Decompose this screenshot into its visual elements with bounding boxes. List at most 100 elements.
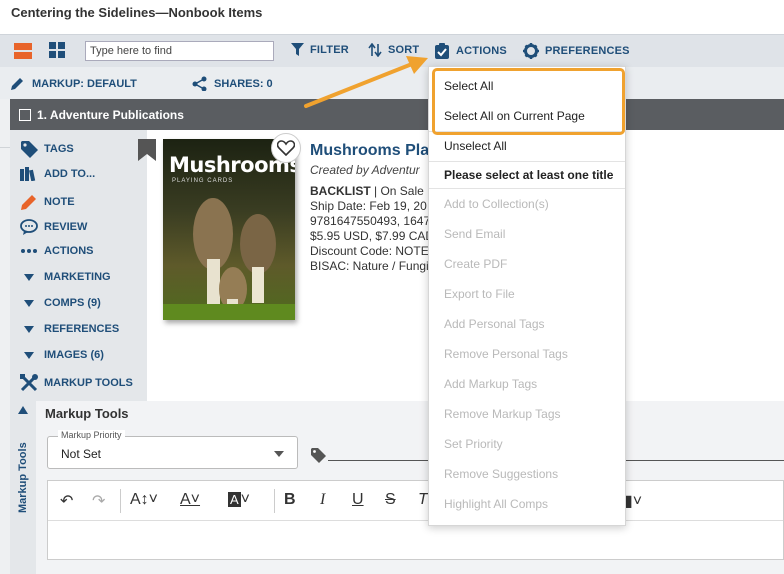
clear-format-icon[interactable]: T: [418, 491, 428, 509]
triangle-down-icon: [20, 325, 38, 333]
book-cover-image[interactable]: Mushrooms PLAYING CARDS: [163, 139, 295, 320]
undo-icon[interactable]: ↶: [60, 491, 73, 511]
sidebar-item-label: IMAGES (6): [44, 349, 104, 361]
sidebar-item-label: TAGS: [44, 143, 74, 155]
sidebar-item-label: ACTIONS: [44, 245, 94, 257]
menu-item-remove-personal-tags[interactable]: Remove Personal Tags: [444, 347, 568, 361]
sidebar-item-label: ADD TO...: [44, 168, 96, 180]
menu-item-add-markup-tags[interactable]: Add Markup Tags: [444, 377, 537, 391]
sidebar-item-label: MARKETING: [44, 271, 111, 283]
triangle-down-icon: [20, 273, 38, 281]
sidebar-item-actions[interactable]: ACTIONS: [20, 245, 94, 257]
menu-item-send-email[interactable]: Send Email: [444, 227, 505, 241]
menu-item-create-pdf[interactable]: Create PDF: [444, 257, 507, 271]
gear-icon: [523, 43, 539, 59]
menu-item-remove-suggestions[interactable]: Remove Suggestions: [444, 467, 558, 481]
sidebar-item-label: REVIEW: [44, 221, 88, 233]
list-view-icon[interactable]: [14, 42, 32, 65]
grid-view-icon[interactable]: [49, 42, 66, 64]
collapse-up-icon[interactable]: [18, 406, 28, 414]
book-status: BACKLIST | On Sale D: [310, 184, 435, 199]
bold-icon[interactable]: B: [284, 491, 296, 509]
sidebar-item-label: COMPS (9): [44, 297, 101, 309]
backlist-badge: BACKLIST: [310, 184, 371, 198]
markup-priority-label: Markup Priority: [58, 430, 125, 440]
sidebar-item-images[interactable]: IMAGES (6): [20, 349, 104, 361]
callout-highlight-box: [432, 68, 625, 135]
strikethrough-icon[interactable]: S: [385, 491, 396, 509]
pencil-icon: [20, 193, 38, 211]
sidebar-item-comps[interactable]: COMPS (9): [20, 297, 101, 309]
book-title-link[interactable]: Mushrooms Play: [310, 142, 435, 160]
sidebar-item-add-to[interactable]: ADD TO...: [20, 167, 95, 181]
menu-hint-select-title: Please select at least one title: [444, 168, 614, 182]
redo-icon[interactable]: ↷: [92, 491, 105, 511]
editor-toolbar: ↶ ↷ A↕˅ A˅ A ˅ B I U S T ▮˅: [48, 481, 783, 521]
menu-item-add-to-collection[interactable]: Add to Collection(s): [444, 197, 549, 211]
bisac: BISAC: Nature / Fungi: [310, 259, 429, 273]
callout-arrow-icon: [304, 56, 428, 108]
menu-item-set-priority[interactable]: Set Priority: [444, 437, 503, 451]
share-icon: [192, 76, 207, 91]
font-size-icon[interactable]: A↕˅: [130, 491, 158, 509]
triangle-down-icon: [20, 351, 38, 359]
pencil-icon: [11, 78, 23, 90]
sidebar-item-note[interactable]: NOTE: [20, 193, 75, 211]
left-gutter: [0, 99, 10, 574]
preferences-button[interactable]: PREFERENCES: [523, 43, 630, 59]
markup-tools-collapse-strip[interactable]: Markup Tools: [10, 401, 36, 574]
underline-icon[interactable]: U: [352, 491, 364, 509]
bookmark-icon[interactable]: [138, 139, 156, 166]
markup-label: MARKUP: DEFAULT: [32, 77, 137, 90]
menu-item-unselect-all[interactable]: Unselect All: [444, 139, 507, 153]
font-color-icon[interactable]: A˅: [180, 491, 200, 509]
tag-icon: [20, 140, 38, 158]
title-sidebar: TAGS ADD TO... NOTE REVIEW ACTIONS MARKE…: [10, 130, 147, 401]
more-dots-icon: [20, 248, 38, 254]
search-input[interactable]: [85, 41, 274, 61]
actions-label: ACTIONS: [456, 45, 507, 57]
ship-date: Ship Date: Feb 19, 20: [310, 199, 427, 213]
menu-item-remove-markup-tags[interactable]: Remove Markup Tags: [444, 407, 561, 421]
preferences-label: PREFERENCES: [545, 45, 630, 57]
highlight-color-icon[interactable]: A ˅: [228, 491, 250, 509]
menu-item-add-personal-tags[interactable]: Add Personal Tags: [444, 317, 545, 331]
title-select-checkbox[interactable]: [19, 108, 31, 121]
isbn: 9781647550493, 1647: [310, 214, 431, 228]
sidebar-item-review[interactable]: REVIEW: [20, 219, 87, 235]
discount-code: Discount Code: NOTE: [310, 244, 429, 258]
note-editor[interactable]: ↶ ↷ A↕˅ A˅ A ˅ B I U S T ▮˅: [47, 480, 784, 560]
price: $5.95 USD, $7.99 CAD: [310, 229, 435, 243]
actions-button[interactable]: ACTIONS: [434, 43, 507, 59]
chevron-down-icon: [274, 451, 284, 457]
sidebar-item-marketing[interactable]: MARKETING: [20, 271, 111, 283]
markup-selector[interactable]: MARKUP: DEFAULT: [10, 76, 137, 91]
markup-priority-select[interactable]: Markup Priority Not Set: [47, 430, 298, 469]
book-author: Created by Adventur: [310, 163, 420, 177]
speech-bubble-icon: [20, 219, 38, 235]
more-options-icon[interactable]: ▮˅: [624, 491, 642, 511]
publisher-heading: 1. Adventure Publications: [37, 107, 184, 122]
sidebar-item-markup-tools[interactable]: MARKUP TOOLS: [20, 374, 133, 392]
books-icon: [20, 167, 38, 181]
sidebar-item-label: REFERENCES: [44, 323, 120, 335]
tools-icon: [20, 374, 38, 392]
page-title: Centering the Sidelines—Nonbook Items: [11, 5, 263, 20]
heart-icon: [277, 140, 295, 156]
sidebar-item-references[interactable]: REFERENCES: [20, 323, 119, 335]
sidebar-item-label: NOTE: [44, 196, 75, 208]
menu-item-highlight-all-comps[interactable]: Highlight All Comps: [444, 497, 548, 511]
markup-priority-value: Not Set: [61, 447, 102, 461]
actions-dropdown-menu: Select All Select All on Current Page Un…: [428, 66, 626, 526]
mushroom-illustration: [163, 198, 295, 320]
favorite-button[interactable]: [271, 133, 301, 163]
triangle-down-icon: [20, 299, 38, 307]
menu-item-export-to-file[interactable]: Export to File: [444, 287, 515, 301]
shares-selector[interactable]: SHARES: 0: [192, 76, 273, 91]
markup-tools-heading: Markup Tools: [36, 401, 784, 426]
sidebar-item-label: MARKUP TOOLS: [44, 377, 133, 389]
on-sale-text: | On Sale D: [370, 184, 435, 198]
shares-label: SHARES: 0: [214, 77, 273, 90]
sidebar-item-tags[interactable]: TAGS: [20, 140, 74, 158]
italic-icon[interactable]: I: [320, 491, 325, 509]
